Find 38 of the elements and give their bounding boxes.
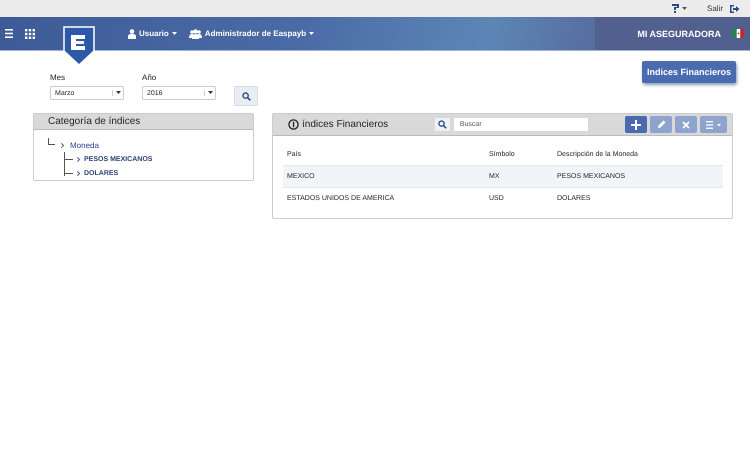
logout-link[interactable]: Salir bbox=[706, 4, 723, 13]
caret-icon bbox=[208, 91, 212, 94]
add-button[interactable] bbox=[625, 116, 647, 133]
apps-icon[interactable] bbox=[25, 28, 35, 38]
chevron-icon[interactable] bbox=[61, 142, 64, 148]
close-icon bbox=[682, 120, 690, 128]
field-label: Mes bbox=[50, 73, 66, 82]
caret-icon bbox=[682, 7, 687, 10]
chevron-icon[interactable] bbox=[77, 170, 80, 176]
menu-label: Administrador de Easpayb bbox=[204, 29, 306, 38]
menu-icon[interactable] bbox=[5, 29, 13, 38]
help-icon bbox=[670, 3, 680, 14]
menu-label: Usuario bbox=[139, 29, 169, 38]
users-icon bbox=[188, 28, 202, 38]
info-icon bbox=[288, 119, 299, 130]
caret-icon bbox=[116, 91, 120, 94]
search-button[interactable] bbox=[234, 86, 258, 106]
help-menu[interactable] bbox=[670, 3, 687, 14]
plus-icon bbox=[631, 120, 641, 130]
user-icon bbox=[128, 28, 136, 38]
header-menu[interactable]: Usuario bbox=[128, 28, 177, 38]
flag-icon bbox=[733, 29, 744, 38]
caret-icon bbox=[309, 32, 314, 35]
company-name: MI ASEGURADORA bbox=[637, 28, 721, 38]
shield-logo bbox=[62, 25, 96, 67]
menu-icon bbox=[706, 120, 722, 128]
pencil-icon bbox=[656, 120, 666, 129]
search-icon bbox=[435, 118, 450, 131]
tree-item[interactable]: Moneda bbox=[70, 140, 99, 150]
panel-title: índices Financieros bbox=[302, 119, 390, 130]
chevron-icon[interactable] bbox=[77, 156, 80, 162]
caret-icon bbox=[172, 32, 177, 35]
field-label: Año bbox=[142, 73, 158, 82]
indices-financieros-button[interactable]: Indices Financieros bbox=[642, 61, 736, 83]
header-menu[interactable]: Administrador de Easpayb bbox=[188, 28, 314, 38]
panel-title: Categoría de índices bbox=[34, 114, 253, 130]
logout-icon[interactable] bbox=[729, 4, 740, 14]
search-icon bbox=[242, 92, 250, 100]
